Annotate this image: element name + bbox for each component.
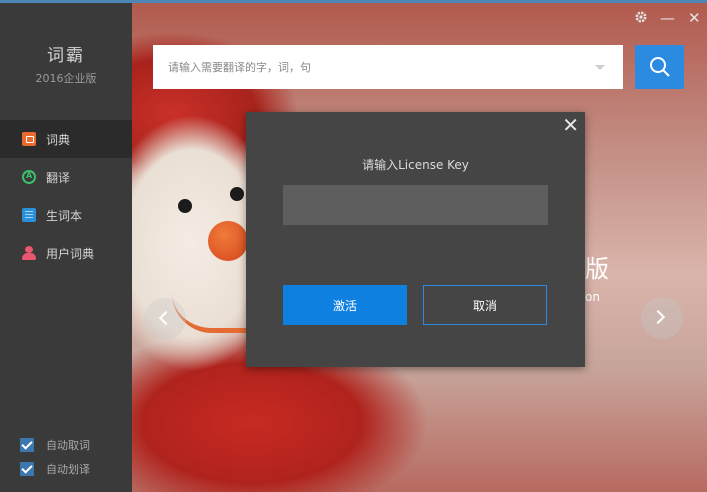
dialog-title: 请输入License Key	[362, 158, 469, 172]
auto-select-translate-toggle[interactable]: 自动划译	[20, 457, 90, 481]
app-edition: 2016企业版	[35, 72, 97, 85]
chevron-left-icon	[158, 310, 174, 326]
sidebar-item-label: 用户词典	[46, 246, 95, 261]
close-icon[interactable]: ✕	[562, 114, 579, 136]
dictionary-icon	[22, 132, 36, 146]
auto-pick-word-toggle[interactable]: 自动取词	[20, 433, 90, 457]
banner-subtext-partial: on	[585, 290, 600, 304]
search-icon	[650, 57, 670, 77]
auto-pick-word-checkbox[interactable]	[20, 438, 34, 452]
banner-text-partial: 版	[585, 255, 609, 283]
sidebar-item-label: 生词本	[46, 208, 83, 223]
gear-icon	[635, 11, 647, 23]
sidebar-nav: 词典 翻译 生词本 用户词典	[0, 120, 132, 272]
sidebar-item-translate[interactable]: 翻译	[0, 158, 132, 196]
brand: 词霸 2016企业版	[0, 41, 132, 86]
sidebar-item-user-dictionary[interactable]: 用户词典	[0, 234, 132, 272]
close-window-button[interactable]: ✕	[688, 9, 701, 27]
sidebar-item-label: 词典	[46, 132, 71, 147]
app-title: 词霸	[47, 46, 85, 66]
cancel-button[interactable]: 取消	[423, 285, 547, 325]
chevron-right-icon	[650, 309, 666, 325]
chevron-down-icon[interactable]	[595, 65, 605, 70]
activate-button[interactable]: 激活	[283, 285, 407, 325]
sidebar-checks: 自动取词 自动划译	[20, 433, 90, 481]
search-input[interactable]	[153, 45, 593, 89]
sidebar: 词霸 2016企业版 词典 翻译 生词本 用户词典 自动取词 自动划译	[0, 3, 132, 492]
snowman-eye-right	[230, 187, 244, 201]
minimize-button[interactable]: —	[660, 9, 675, 27]
sidebar-item-vocabulary[interactable]: 生词本	[0, 196, 132, 234]
translate-icon	[22, 170, 36, 184]
license-key-dialog: ✕ 请输入License Key 激活 取消	[246, 112, 585, 367]
settings-button[interactable]	[634, 10, 648, 28]
vocabulary-book-icon	[22, 208, 36, 222]
snowman-nose	[208, 221, 248, 261]
license-key-input[interactable]	[283, 185, 548, 225]
auto-select-translate-label: 自动划译	[46, 463, 90, 476]
snowman-eye-left	[178, 199, 192, 213]
search-button[interactable]	[635, 45, 684, 89]
carousel-prev-button[interactable]	[144, 298, 186, 340]
auto-pick-word-label: 自动取词	[46, 439, 90, 452]
auto-select-translate-checkbox[interactable]	[20, 462, 34, 476]
user-icon	[22, 246, 36, 260]
sidebar-item-label: 翻译	[46, 170, 71, 185]
search-box	[153, 45, 623, 89]
carousel-next-button[interactable]	[641, 297, 683, 339]
sidebar-item-dictionary[interactable]: 词典	[0, 120, 132, 158]
